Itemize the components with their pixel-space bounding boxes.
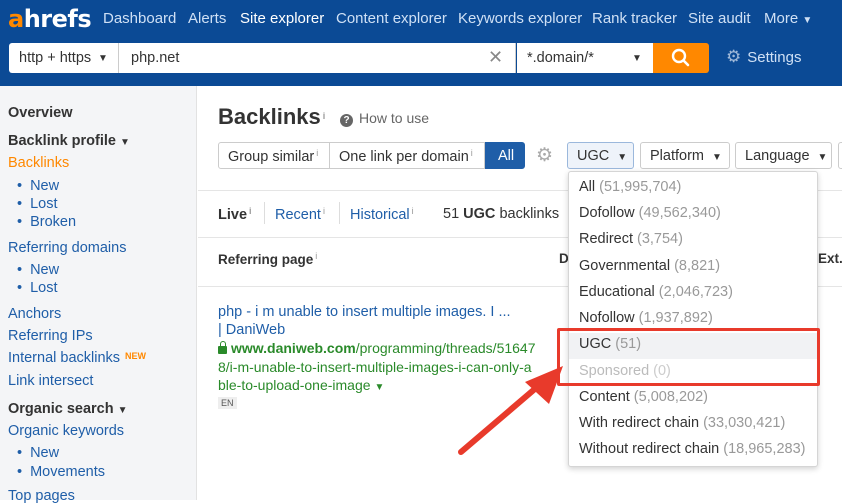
menu-item-with-redirect-chain[interactable]: With redirect chain (33,030,421) xyxy=(569,412,817,438)
sidebar-referring-ips[interactable]: Referring IPs xyxy=(8,328,93,344)
settings-button[interactable]: ⚙ Settings xyxy=(726,47,801,67)
tab-recent[interactable]: Recent i xyxy=(275,206,325,223)
sidebar-backlinks[interactable]: Backlinks xyxy=(8,155,69,171)
nav-content-explorer[interactable]: Content explorer xyxy=(336,10,447,27)
chevron-down-icon[interactable]: ▼ xyxy=(374,382,384,393)
clear-icon[interactable]: ✕ xyxy=(488,47,503,68)
page-title: Backlinks i xyxy=(218,104,326,129)
language-dropdown[interactable]: Language ▼ xyxy=(735,142,832,169)
top-navigation: ahrefs Dashboard Alerts Site explorer Co… xyxy=(0,0,842,86)
annotation-arrow-icon xyxy=(458,366,563,455)
nav-keywords-explorer[interactable]: Keywords explorer xyxy=(458,10,582,27)
sidebar: Overview Backlink profile ▼ Backlinks Ne… xyxy=(0,86,197,504)
language-badge: EN xyxy=(218,397,237,409)
sidebar-rd-new[interactable]: New xyxy=(17,262,59,278)
sidebar-backlinks-lost[interactable]: Lost xyxy=(17,196,57,212)
gear-icon[interactable]: ⚙ xyxy=(536,144,553,167)
sidebar-organic-search[interactable]: Organic search ▼ xyxy=(8,401,128,417)
gear-icon: ⚙ xyxy=(726,47,742,66)
chevron-down-icon: ▼ xyxy=(617,152,628,163)
menu-item-all[interactable]: All (51,995,704) xyxy=(569,176,817,202)
how-to-use-link[interactable]: ? How to use xyxy=(340,110,429,127)
sidebar-link-intersect[interactable]: Link intersect xyxy=(8,373,93,389)
nav-site-explorer[interactable]: Site explorer xyxy=(240,10,324,27)
tab-live[interactable]: Live i xyxy=(218,206,252,223)
link-type-dropdown[interactable]: UGC ▼ xyxy=(567,142,634,169)
column-ext[interactable]: Ext. xyxy=(818,251,842,266)
nav-more[interactable]: More ▼ xyxy=(764,10,812,27)
ahrefs-logo[interactable]: ahrefs xyxy=(8,5,92,33)
column-referring-page[interactable]: Referring page i xyxy=(218,251,317,267)
all-button[interactable]: All xyxy=(485,142,525,169)
sidebar-backlinks-new[interactable]: New xyxy=(17,178,59,194)
backlinks-count: 51 UGC backlinks xyxy=(443,206,560,222)
chevron-down-icon: ▼ xyxy=(632,53,642,64)
group-similar-button[interactable]: Group similar i xyxy=(218,142,330,169)
lock-icon xyxy=(218,341,227,354)
nav-dashboard[interactable]: Dashboard xyxy=(103,10,176,27)
sidebar-internal-backlinks[interactable]: Internal backlinks NEW xyxy=(8,350,146,366)
divider xyxy=(339,202,340,224)
chevron-down-icon: ▼ xyxy=(817,152,828,163)
sidebar-movements[interactable]: Movements xyxy=(17,464,105,480)
sidebar-ok-new[interactable]: New xyxy=(17,445,59,461)
menu-item-content[interactable]: Content (5,008,202) xyxy=(569,386,817,412)
chevron-down-icon: ▼ xyxy=(802,15,813,26)
sidebar-rd-lost[interactable]: Lost xyxy=(17,280,57,296)
sidebar-backlink-profile[interactable]: Backlink profile ▼ xyxy=(8,133,130,149)
divider xyxy=(264,202,265,224)
menu-item-redirect[interactable]: Redirect (3,754) xyxy=(569,228,817,254)
tab-historical[interactable]: Historical i xyxy=(350,206,414,223)
sidebar-organic-keywords[interactable]: Organic keywords xyxy=(8,423,124,439)
question-icon: ? xyxy=(340,114,353,127)
menu-item-educational[interactable]: Educational (2,046,723) xyxy=(569,281,817,307)
link-type-menu: All (51,995,704) Dofollow (49,562,340) Red… xyxy=(568,171,818,467)
chevron-down-icon: ▼ xyxy=(98,53,108,64)
target-url-input[interactable]: php.net xyxy=(119,43,516,73)
menu-item-without-redirect-chain[interactable]: Without redirect chain (18,965,283) xyxy=(569,438,817,464)
menu-item-dofollow[interactable]: Dofollow (49,562,340) xyxy=(569,202,817,228)
sidebar-referring-domains[interactable]: Referring domains xyxy=(8,240,126,256)
platform-dropdown[interactable]: Platform ▼ xyxy=(640,142,730,169)
referring-page-title-link[interactable]: php - i m unable to insert multiple imag… xyxy=(218,303,518,339)
sidebar-top-pages[interactable]: Top pages xyxy=(8,488,75,504)
more-filters-dropdown[interactable] xyxy=(838,142,842,169)
one-link-per-domain-button[interactable]: One link per domain i xyxy=(329,142,485,169)
search-icon xyxy=(671,48,690,67)
new-badge: NEW xyxy=(125,351,147,361)
chevron-down-icon: ▼ xyxy=(712,152,722,163)
nav-alerts[interactable]: Alerts xyxy=(188,10,226,27)
sidebar-anchors[interactable]: Anchors xyxy=(8,306,61,322)
sidebar-backlinks-broken[interactable]: Broken xyxy=(17,214,76,230)
sidebar-overview[interactable]: Overview xyxy=(8,105,73,121)
highlight-box xyxy=(557,328,820,386)
search-button[interactable] xyxy=(653,43,709,73)
menu-item-governmental[interactable]: Governmental (8,821) xyxy=(569,255,817,281)
info-icon: i xyxy=(322,111,326,121)
nav-site-audit[interactable]: Site audit xyxy=(688,10,751,27)
chevron-down-icon: ▼ xyxy=(117,405,128,416)
nav-rank-tracker[interactable]: Rank tracker xyxy=(592,10,677,27)
chevron-down-icon: ▼ xyxy=(120,137,130,148)
